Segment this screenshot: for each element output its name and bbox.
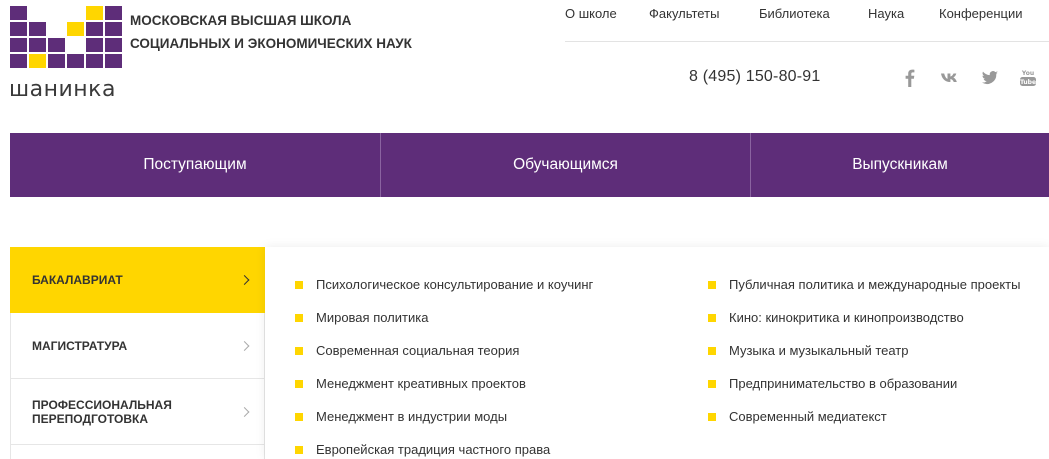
main-navigation: Поступающим Обучающимся Выпускникам	[10, 133, 1049, 197]
twitter-icon[interactable]	[979, 67, 1001, 89]
list-item[interactable]: Современная социальная теория	[295, 343, 593, 376]
program-link[interactable]: Кино: кинокритика и кинопроизводство	[729, 310, 964, 325]
program-link[interactable]: Современная социальная теория	[316, 343, 519, 358]
logo-square	[105, 22, 122, 36]
logo-square	[48, 22, 65, 36]
top-menu-conferences[interactable]: Конференции	[939, 6, 1023, 21]
program-link[interactable]: Менеджмент в индустрии моды	[316, 409, 507, 424]
logo-square	[48, 6, 65, 20]
list-item[interactable]: Психологическое консультирование и коучи…	[295, 277, 593, 310]
logo-square	[105, 54, 122, 68]
bullet-square-icon	[295, 314, 303, 322]
logo-square	[10, 22, 27, 36]
logo-square	[29, 54, 46, 68]
list-item[interactable]: Публичная политика и международные проек…	[708, 277, 1020, 310]
bullet-square-icon	[708, 281, 716, 289]
top-menu: О школе Факультеты Библиотека Наука Конф…	[565, 6, 1049, 42]
logo-grid-mark	[10, 6, 122, 72]
top-menu-library[interactable]: Библиотека	[759, 6, 830, 21]
program-list-panel: Психологическое консультирование и коучи…	[265, 247, 1049, 459]
bullet-square-icon	[708, 314, 716, 322]
top-menu-science[interactable]: Наука	[868, 6, 904, 21]
bullet-square-icon	[295, 413, 303, 421]
site-header: шанинка МОСКОВСКАЯ ВЫСШАЯ ШКОЛА СОЦИАЛЬН…	[0, 0, 1049, 133]
bullet-square-icon	[295, 347, 303, 355]
nav-graduates[interactable]: Выпускникам	[751, 133, 1049, 197]
chevron-right-icon	[239, 340, 250, 351]
logo-square	[67, 54, 84, 68]
bullet-square-icon	[708, 413, 716, 421]
list-item[interactable]: Менеджмент в индустрии моды	[295, 409, 593, 442]
logo-square	[10, 6, 27, 20]
list-item[interactable]: Современный медиатекст	[708, 409, 1020, 442]
program-link[interactable]: Психологическое консультирование и коучи…	[316, 277, 593, 292]
logo-square	[10, 54, 27, 68]
svg-text:Tube: Tube	[1020, 79, 1036, 86]
list-item[interactable]: Менеджмент креативных проектов	[295, 376, 593, 409]
vk-icon[interactable]	[939, 67, 961, 89]
logo-square	[48, 54, 65, 68]
logo-square	[29, 6, 46, 20]
logo-square	[29, 22, 46, 36]
bullet-square-icon	[295, 281, 303, 289]
logo-square	[29, 38, 46, 52]
sidebar-item-master[interactable]: МАГИСТРАТУРА	[10, 313, 265, 379]
list-item[interactable]: Предпринимательство в образовании	[708, 376, 1020, 409]
list-item[interactable]: Мировая политика	[295, 310, 593, 343]
sidebar-item-label: ПРОФЕССИОНАЛЬНАЯ ПЕРЕПОДГОТОВКА	[32, 397, 172, 426]
sidebar-item-retraining[interactable]: ПРОФЕССИОНАЛЬНАЯ ПЕРЕПОДГОТОВКА	[10, 379, 265, 445]
logo-square	[86, 6, 103, 20]
logo-square	[86, 22, 103, 36]
program-level-sidebar: БАКАЛАВРИАТ МАГИСТРАТУРА ПРОФЕССИОНАЛЬНА…	[10, 247, 265, 459]
program-link[interactable]: Предпринимательство в образовании	[729, 376, 957, 391]
logo-wordmark: шанинка	[9, 77, 116, 102]
nav-applicants[interactable]: Поступающим	[10, 133, 380, 197]
top-menu-faculties[interactable]: Факультеты	[649, 6, 719, 21]
program-link[interactable]: Мировая политика	[316, 310, 428, 325]
shaninka-logo[interactable]: шанинка	[9, 6, 122, 102]
logo-square	[67, 38, 84, 52]
org-name-line-2: СОЦИАЛЬНЫХ И ЭКОНОМИЧЕСКИХ НАУК	[130, 36, 412, 51]
phone-number[interactable]: 8 (495) 150-80-91	[689, 68, 821, 86]
org-name-line-1: МОСКОВСКАЯ ВЫСШАЯ ШКОЛА	[130, 13, 352, 28]
program-link[interactable]: Менеджмент креативных проектов	[316, 376, 526, 391]
top-menu-about[interactable]: О школе	[565, 6, 617, 21]
program-list-right: Публичная политика и международные проек…	[708, 277, 1020, 442]
program-link[interactable]: Публичная политика и международные проек…	[729, 277, 1020, 292]
chevron-right-icon	[239, 406, 250, 417]
sidebar-item-label: БАКАЛАВРИАТ	[32, 272, 123, 287]
logo-square	[67, 22, 84, 36]
logo-square	[67, 6, 84, 20]
logo-square	[10, 38, 27, 52]
organization-name: МОСКОВСКАЯ ВЫСШАЯ ШКОЛА СОЦИАЛЬНЫХ И ЭКО…	[130, 9, 450, 55]
list-item[interactable]: Кино: кинокритика и кинопроизводство	[708, 310, 1020, 343]
sidebar-item-next[interactable]	[10, 445, 265, 459]
sidebar-item-bachelor[interactable]: БАКАЛАВРИАТ	[10, 247, 265, 313]
logo-square	[48, 38, 65, 52]
sidebar-item-label: МАГИСТРАТУРА	[32, 338, 128, 353]
bullet-square-icon	[708, 380, 716, 388]
bullet-square-icon	[295, 446, 303, 454]
svg-text:You: You	[1021, 70, 1034, 77]
chevron-right-icon	[239, 274, 250, 285]
youtube-icon[interactable]: You Tube	[1017, 67, 1039, 89]
logo-square	[86, 54, 103, 68]
list-item[interactable]: Музыка и музыкальный театр	[708, 343, 1020, 376]
facebook-icon[interactable]	[899, 67, 921, 89]
program-link[interactable]: Современный медиатекст	[729, 409, 887, 424]
logo-square	[86, 38, 103, 52]
program-link[interactable]: Музыка и музыкальный театр	[729, 343, 908, 358]
nav-students[interactable]: Обучающимся	[381, 133, 750, 197]
logo-square	[105, 6, 122, 20]
program-link[interactable]: Европейская традиция частного права	[316, 442, 550, 457]
bullet-square-icon	[708, 347, 716, 355]
logo-square	[105, 38, 122, 52]
program-list-left: Психологическое консультирование и коучи…	[295, 277, 593, 459]
bullet-square-icon	[295, 380, 303, 388]
list-item[interactable]: Европейская традиция частного права	[295, 442, 593, 459]
